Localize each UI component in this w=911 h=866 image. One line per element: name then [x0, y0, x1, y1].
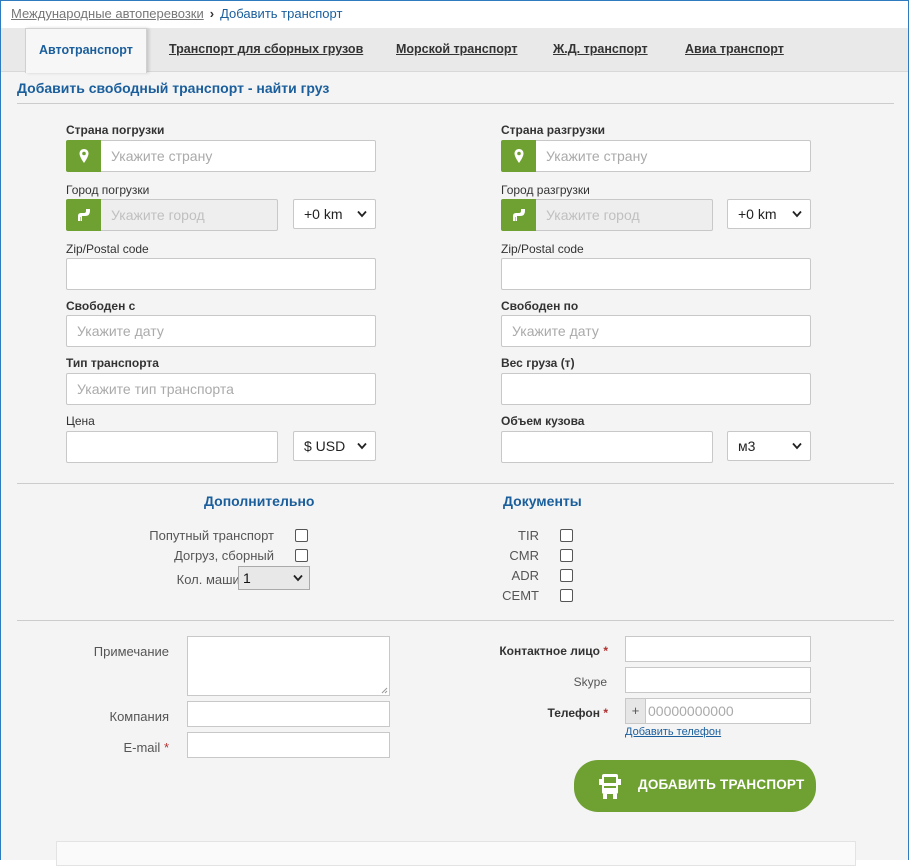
unloading-country-label: Страна разгрузки	[501, 123, 605, 137]
tab-air[interactable]: Авиа транспорт	[685, 28, 784, 72]
doc-checkbox-tir[interactable]	[560, 529, 573, 542]
return-trip-label: Попутный транспорт	[149, 528, 274, 543]
required-mark: *	[603, 644, 608, 658]
phone-label-text: Телефон	[547, 706, 600, 720]
add-phone-link[interactable]: Добавить телефон	[625, 726, 721, 738]
phone-input[interactable]: + 00000000000	[625, 698, 811, 724]
volume-input[interactable]	[501, 431, 713, 463]
unloading-country-input[interactable]: Укажите страну	[536, 140, 811, 172]
tab-groupage[interactable]: Транспорт для сборных грузов	[169, 28, 363, 72]
unloading-radius-select[interactable]: +0 km	[727, 199, 811, 229]
currency-select[interactable]: $ USD	[293, 431, 376, 461]
return-trip-checkbox[interactable]	[295, 529, 308, 542]
chevron-down-icon	[792, 442, 802, 450]
road-icon	[66, 199, 102, 231]
add-transport-button[interactable]: ДОБАВИТЬ ТРАНСПОРТ	[574, 760, 816, 812]
volume-label: Объем кузова	[501, 414, 585, 428]
phone-prefix: +	[626, 699, 646, 723]
volume-unit-value: м3	[738, 438, 756, 454]
unloading-city-input[interactable]: Укажите город	[536, 199, 713, 231]
price-input[interactable]	[66, 431, 278, 463]
email-label: E-mail *	[123, 740, 169, 755]
breadcrumb: Международные автоперевозки › Добавить тра…	[1, 1, 908, 28]
doc-label-cemt: CEMT	[502, 588, 539, 603]
volume-unit-select[interactable]: м3	[727, 431, 811, 461]
additional-title: Дополнительно	[204, 493, 315, 509]
loading-radius-select[interactable]: +0 km	[293, 199, 376, 229]
breadcrumb-separator: ›	[209, 6, 215, 21]
phone-placeholder: 00000000000	[648, 703, 734, 719]
unloading-radius-value: +0 km	[738, 206, 777, 222]
tab-bar: Автотранспорт Транспорт для сборных груз…	[1, 28, 908, 73]
vehicles-count-label: Кол. машин	[176, 572, 247, 587]
breadcrumb-current: Добавить транспорт	[220, 6, 343, 21]
price-label: Цена	[66, 414, 95, 428]
loading-zip-label: Zip/Postal code	[66, 242, 149, 256]
loading-country-label: Страна погрузки	[66, 123, 165, 137]
tab-auto[interactable]: Автотранспорт	[25, 28, 147, 73]
skype-label: Skype	[573, 675, 607, 689]
loading-country-input[interactable]: Укажите страну	[101, 140, 376, 172]
required-mark: *	[163, 740, 169, 755]
resize-handle-icon[interactable]	[380, 686, 388, 694]
unloading-city-label: Город разгрузки	[501, 183, 590, 197]
truck-icon	[599, 774, 621, 799]
groupage-checkbox[interactable]	[295, 549, 308, 562]
breadcrumb-link[interactable]: Международные автоперевозки	[11, 6, 204, 21]
loading-radius-value: +0 km	[304, 206, 343, 222]
currency-value: $ USD	[304, 438, 346, 454]
chevron-down-icon	[357, 210, 367, 218]
free-from-label: Свободен с	[66, 299, 136, 313]
contact-person-label-text: Контактное лицо	[499, 644, 600, 658]
divider	[17, 103, 894, 104]
tab-rail[interactable]: Ж.Д. транспорт	[553, 28, 648, 72]
vehicles-count-value: 1	[243, 570, 251, 586]
road-icon	[501, 199, 537, 231]
contact-person-label: Контактное лицо *	[499, 644, 608, 658]
email-input[interactable]	[187, 732, 390, 758]
groupage-label: Догруз, сборный	[174, 548, 274, 563]
doc-label-adr: ADR	[511, 568, 539, 583]
divider	[17, 483, 894, 484]
note-label: Примечание	[93, 644, 169, 659]
location-pin-icon	[66, 140, 102, 172]
company-label: Компания	[109, 709, 170, 724]
company-input[interactable]	[187, 701, 390, 727]
contact-person-input[interactable]	[625, 636, 811, 662]
weight-input[interactable]	[501, 373, 811, 405]
loading-city-label: Город погрузки	[66, 183, 150, 197]
weight-label: Вес груза (т)	[501, 356, 575, 370]
free-to-input[interactable]: Укажите дату	[501, 315, 811, 347]
tab-sea[interactable]: Морской транспорт	[396, 28, 518, 72]
loading-city-input[interactable]: Укажите город	[101, 199, 278, 231]
free-from-input[interactable]: Укажите дату	[66, 315, 376, 347]
phone-label: Телефон *	[548, 706, 608, 720]
chevron-down-icon	[792, 210, 802, 218]
vehicles-count-select[interactable]: 1	[238, 566, 310, 590]
unloading-zip-label: Zip/Postal code	[501, 242, 584, 256]
vehicle-type-input[interactable]: Укажите тип транспорта	[66, 373, 376, 405]
doc-label-cmr: CMR	[509, 548, 539, 563]
doc-label-tir: TIR	[518, 528, 539, 543]
chevron-down-icon	[357, 442, 367, 450]
documents-title: Документы	[503, 493, 582, 509]
email-label-text: E-mail	[123, 740, 161, 755]
skype-input[interactable]	[625, 667, 811, 693]
bottom-panel	[56, 841, 856, 866]
chevron-down-icon	[293, 574, 303, 582]
doc-checkbox-cemt[interactable]	[560, 589, 573, 602]
add-transport-button-label: ДОБАВИТЬ ТРАНСПОРТ	[638, 777, 805, 792]
unloading-zip-input[interactable]	[501, 258, 811, 290]
form-title: Добавить свободный транспорт - найти гру…	[17, 80, 330, 96]
page-frame: Международные автоперевозки › Добавить тра…	[0, 0, 909, 866]
note-textarea[interactable]	[187, 636, 390, 696]
doc-checkbox-adr[interactable]	[560, 569, 573, 582]
divider	[17, 620, 894, 621]
loading-zip-input[interactable]	[66, 258, 376, 290]
doc-checkbox-cmr[interactable]	[560, 549, 573, 562]
required-mark: *	[603, 706, 608, 720]
location-pin-icon	[501, 140, 537, 172]
free-to-label: Свободен по	[501, 299, 579, 313]
vehicle-type-label: Тип транспорта	[66, 356, 159, 370]
